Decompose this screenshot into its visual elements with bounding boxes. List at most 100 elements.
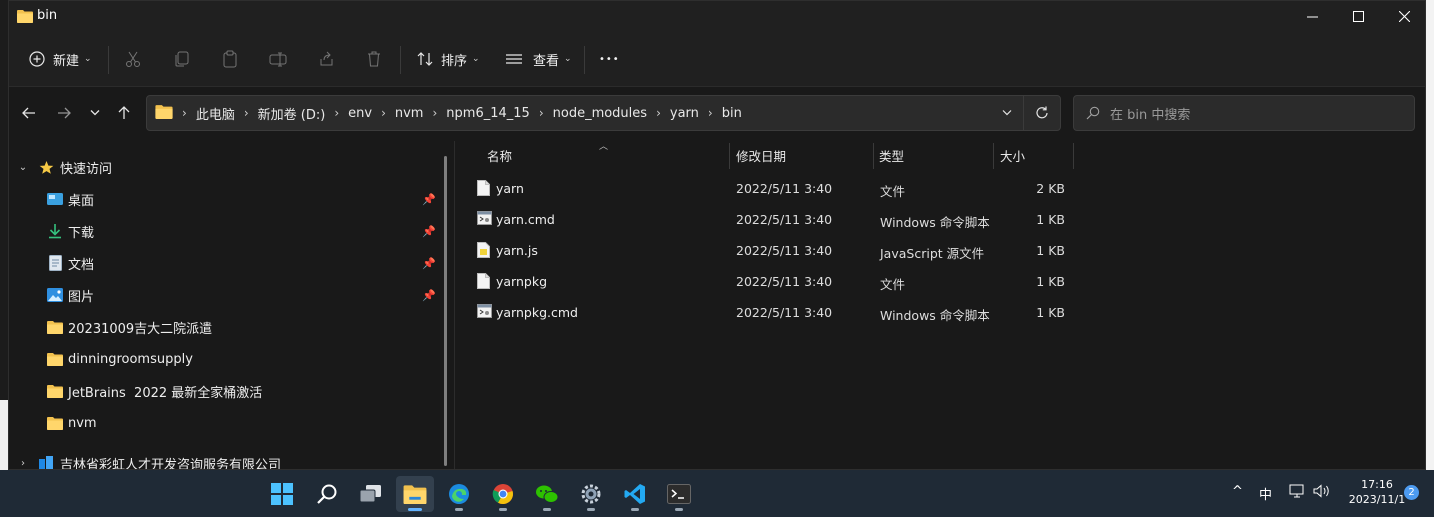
show-hidden-icons-chevron-up-icon[interactable]: ^ — [1232, 484, 1243, 499]
address-bar[interactable]: › 此电脑 › 新加卷 (D:) › env › nvm › npm6_14_1… — [146, 95, 1061, 131]
column-separator[interactable] — [729, 143, 730, 169]
breadcrumb-this-pc[interactable]: 此电脑 — [196, 104, 235, 123]
input-method-indicator[interactable]: 中 — [1259, 484, 1272, 503]
share-button[interactable] — [317, 45, 335, 73]
chevron-right-icon[interactable]: › — [17, 458, 29, 469]
taskbar-wechat[interactable] — [528, 476, 566, 512]
new-button[interactable]: 新建 ⌄ — [29, 45, 92, 73]
task-view-button[interactable] — [352, 476, 390, 512]
file-row[interactable]: yarnpkg 2022/5/11 3:40 文件 1 KB — [471, 266, 1075, 296]
pin-icon[interactable]: 📌 — [422, 289, 436, 302]
column-header-name[interactable]: 名称 — [487, 141, 512, 169]
nav-item-folder[interactable]: dinningroomsupply — [9, 344, 445, 374]
breadcrumb-env[interactable]: env — [348, 106, 372, 121]
js-file-icon — [477, 242, 491, 258]
clock[interactable]: 17:16 2023/11/1 — [1347, 477, 1407, 507]
scissors-icon — [126, 51, 140, 67]
file-type: 文件 — [880, 277, 906, 292]
file-row[interactable]: yarn 2022/5/11 3:40 文件 2 KB — [471, 173, 1075, 203]
column-header-type[interactable]: 类型 — [879, 141, 904, 169]
running-indicator — [408, 508, 422, 511]
nav-item-desktop[interactable]: 桌面 📌 — [9, 184, 445, 214]
nav-item-downloads[interactable]: 下载 📌 — [9, 216, 445, 246]
column-separator[interactable] — [873, 143, 874, 169]
nav-item-organization[interactable]: › 吉林省彩虹人才开发咨询服务有限公司 — [9, 448, 445, 469]
nav-item-label: nvm — [68, 415, 97, 431]
file-icon — [477, 273, 491, 289]
nav-scrollbar[interactable] — [444, 156, 447, 466]
title-bar[interactable]: bin — [9, 1, 1425, 31]
address-history-button[interactable] — [991, 96, 1023, 130]
pane-divider[interactable] — [454, 141, 455, 469]
sort-button[interactable]: 排序 ⌄ — [416, 45, 480, 73]
column-header-label: 修改日期 — [736, 148, 787, 164]
forward-button[interactable] — [52, 101, 76, 125]
column-separator[interactable] — [1073, 143, 1074, 169]
chevron-down-icon — [90, 110, 100, 116]
file-row[interactable]: yarnpkg.cmd 2022/5/11 3:40 Windows 命令脚本 … — [471, 297, 1075, 327]
file-size: 1 KB — [1036, 305, 1065, 320]
nav-item-label: JetBrains 2022 最新全家桶激活 — [68, 385, 263, 401]
search-taskbar-button[interactable] — [308, 476, 346, 512]
breadcrumb-node-modules[interactable]: node_modules — [553, 106, 647, 121]
taskbar-edge[interactable] — [440, 476, 478, 512]
nav-quick-access[interactable]: ⌄ 快速访问 — [9, 152, 445, 182]
view-button[interactable]: 查看 ⌄ — [505, 45, 572, 73]
column-header-date[interactable]: 修改日期 — [736, 141, 786, 169]
network-icon[interactable] — [1289, 484, 1305, 502]
rename-button[interactable] — [269, 45, 287, 73]
edge-icon — [449, 484, 469, 504]
file-explorer-icon — [403, 485, 427, 504]
file-row[interactable]: yarn.cmd 2022/5/11 3:40 Windows 命令脚本 1 K… — [471, 204, 1075, 234]
breadcrumb-separator-icon: › — [182, 106, 187, 120]
pin-icon[interactable]: 📌 — [422, 193, 436, 206]
cut-button[interactable] — [124, 45, 142, 73]
chevron-down-icon[interactable]: ⌄ — [17, 162, 29, 173]
chevron-down-icon: ⌄ — [84, 54, 92, 64]
breadcrumb-npm[interactable]: npm6_14_15 — [446, 106, 530, 121]
pin-icon[interactable]: 📌 — [422, 225, 436, 238]
nav-item-folder[interactable]: JetBrains 2022 最新全家桶激活 — [9, 376, 445, 406]
refresh-button[interactable] — [1023, 96, 1060, 130]
delete-button[interactable] — [365, 45, 383, 73]
pin-icon[interactable]: 📌 — [422, 257, 436, 270]
paste-button[interactable] — [221, 45, 239, 73]
nav-item-folder[interactable]: nvm — [9, 408, 445, 438]
breadcrumb-separator-icon: › — [243, 106, 249, 120]
minimize-button[interactable] — [1289, 1, 1335, 31]
plus-circle-icon — [29, 51, 45, 67]
breadcrumb-bin[interactable]: bin — [722, 106, 742, 121]
running-indicator — [499, 508, 507, 511]
breadcrumb-separator-icon: › — [656, 106, 661, 120]
breadcrumb-nvm[interactable]: nvm — [395, 106, 424, 121]
volume-icon[interactable] — [1313, 484, 1331, 502]
nav-item-documents[interactable]: 文档 📌 — [9, 248, 445, 278]
toolbar-separator — [400, 46, 401, 74]
column-header-size[interactable]: 大小 — [1000, 141, 1025, 169]
breadcrumb-drive-d[interactable]: 新加卷 (D:) — [258, 104, 326, 123]
taskbar-file-explorer[interactable] — [396, 476, 434, 512]
taskbar-terminal[interactable] — [660, 476, 698, 512]
search-box[interactable]: 在 bin 中搜索 — [1073, 95, 1415, 131]
more-options-button[interactable]: ••• — [599, 45, 620, 73]
copy-button[interactable] — [173, 45, 191, 73]
taskbar-chrome[interactable] — [484, 476, 522, 512]
recent-locations-button[interactable] — [83, 101, 107, 125]
maximize-button[interactable] — [1335, 1, 1381, 31]
file-date: 2022/5/11 3:40 — [736, 243, 833, 258]
close-button[interactable] — [1381, 1, 1425, 31]
notification-badge[interactable]: 2 — [1404, 485, 1419, 500]
breadcrumb-yarn[interactable]: yarn — [670, 106, 699, 121]
file-name: yarnpkg.cmd — [496, 305, 578, 320]
column-separator[interactable] — [993, 143, 994, 169]
nav-item-label: 文档 — [68, 257, 95, 273]
taskbar-vscode[interactable] — [616, 476, 654, 512]
nav-item-folder[interactable]: 20231009吉大二院派遣 — [9, 312, 445, 342]
nav-item-pictures[interactable]: 图片 📌 — [9, 280, 445, 310]
nav-item-label: 桌面 — [68, 193, 95, 209]
taskbar-settings[interactable] — [572, 476, 610, 512]
up-button[interactable] — [112, 101, 136, 125]
start-button[interactable] — [263, 476, 301, 512]
back-button[interactable] — [17, 101, 41, 125]
file-row[interactable]: yarn.js 2022/5/11 3:40 JavaScript 源文件 1 … — [471, 235, 1075, 265]
